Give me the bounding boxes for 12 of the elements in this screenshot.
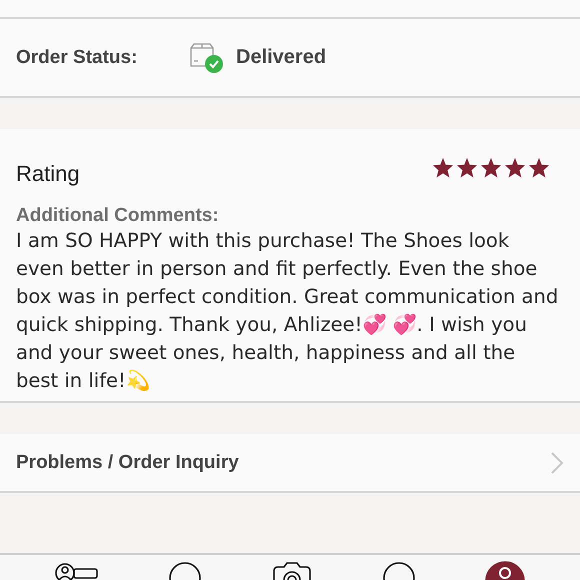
rating-title: Rating	[16, 161, 80, 187]
order-status-label: Order Status:	[16, 46, 138, 68]
chevron-right-icon	[550, 450, 564, 474]
order-status-value: Delivered	[236, 46, 326, 69]
star-icon	[480, 157, 502, 178]
comment-text: I am SO HAPPY with this purchase! The Shoes look even better in person and fit perfectly. Even the shoe box was in perfect condition. Great communication and quick shipping. Thank you, Ahlizee!💞 💞. I wish you and your sweet ones, health, happiness and all the best in life!💫	[16, 228, 560, 394]
star-icon	[528, 157, 550, 178]
star-icon	[456, 157, 478, 178]
star-icon	[432, 157, 454, 178]
order-inquiry-row[interactable]: Problems / Order Inquiry	[0, 434, 580, 493]
star-icon	[504, 157, 526, 178]
comments-label: Additional Comments:	[16, 205, 220, 227]
